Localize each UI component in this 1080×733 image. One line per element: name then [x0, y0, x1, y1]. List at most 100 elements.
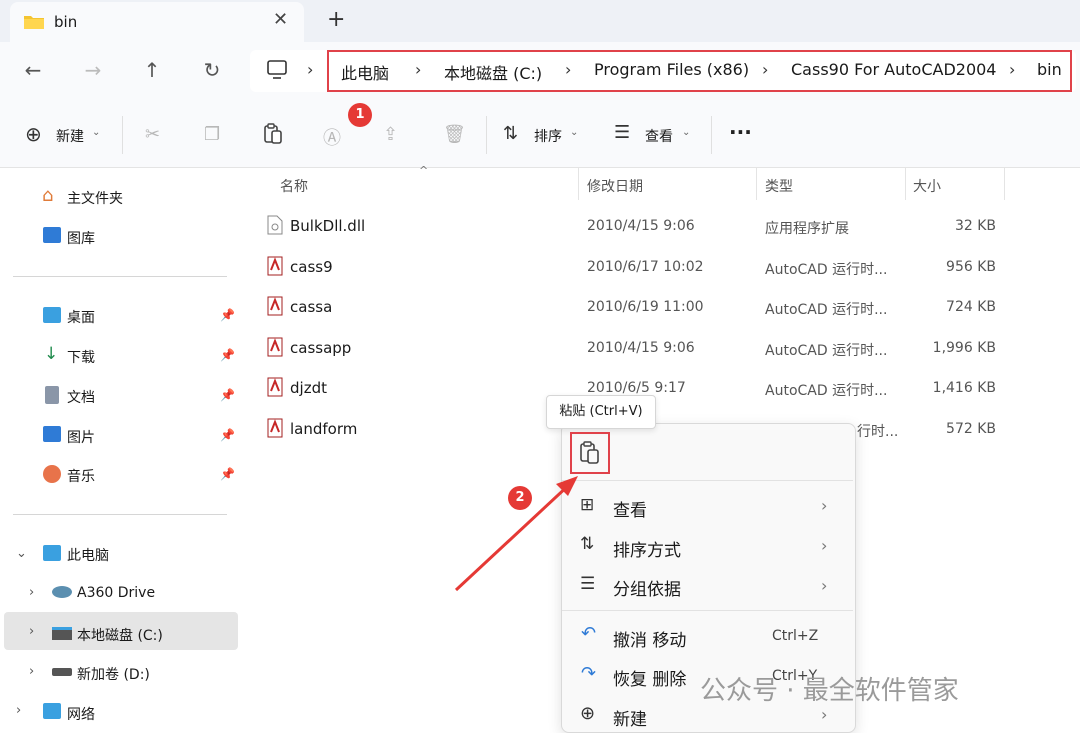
view-button[interactable]: 查看 [645, 126, 673, 146]
annotation-badge-2: 2 [508, 486, 532, 510]
file-name: BulkDll.dll [290, 217, 366, 235]
delete-icon[interactable]: 🗑 [443, 124, 466, 145]
sidebar-item-c-drive[interactable]: 本地磁盘 (C:) [77, 625, 163, 645]
chevron-right-icon[interactable]: › [29, 664, 34, 679]
column-divider[interactable] [905, 168, 906, 200]
menu-divider [562, 480, 853, 481]
table-row[interactable]: BulkDll.dll 2010/4/15 9:06 应用程序扩展 32 KB [248, 208, 1068, 244]
drive-icon [52, 627, 72, 640]
sidebar-item-gallery[interactable]: 图库 [67, 228, 95, 248]
column-header-name[interactable]: 名称 [280, 176, 308, 196]
menu-item-undo-shortcut: Ctrl+Z [772, 628, 819, 644]
rename-icon[interactable]: Ⓐ [323, 124, 341, 150]
file-size: 724 KB [946, 299, 996, 315]
sidebar-item-documents[interactable]: 文档 [67, 387, 95, 407]
table-row[interactable]: cassa 2010/6/19 11:00 AutoCAD 运行时... 724… [248, 289, 1068, 325]
new-button[interactable]: 新建 [56, 126, 84, 146]
close-icon[interactable]: ✕ [273, 9, 288, 30]
annotation-badge-1: 1 [348, 103, 372, 127]
column-divider[interactable] [756, 168, 757, 200]
copy-icon[interactable]: ❐ [204, 124, 220, 145]
pin-icon[interactable]: 📌 [220, 308, 235, 322]
file-date: 2010/4/15 9:06 [587, 218, 695, 234]
breadcrumb-c-drive[interactable]: 本地磁盘 (C:) [444, 60, 542, 84]
chevron-right-icon[interactable]: › [16, 703, 21, 718]
menu-item-sort[interactable] [562, 526, 853, 564]
drive-icon [52, 668, 72, 676]
file-size: 1,996 KB [932, 340, 996, 356]
tab-bin[interactable]: bin ✕ [10, 2, 304, 42]
column-header-date[interactable]: 修改日期 [587, 176, 643, 196]
autocad-file-icon [267, 377, 283, 397]
more-options-button[interactable]: ··· [729, 120, 752, 144]
breadcrumb-cass90[interactable]: Cass90 For AutoCAD2004 [791, 60, 996, 79]
menu-divider [562, 610, 853, 611]
breadcrumb-program-files[interactable]: Program Files (x86) [594, 60, 749, 79]
chevron-right-icon: › [821, 536, 828, 555]
chevron-right-icon: › [565, 60, 572, 79]
paste-icon[interactable] [263, 123, 283, 145]
sidebar-item-this-pc[interactable]: 此电脑 [67, 545, 109, 565]
plus-icon[interactable]: + [327, 7, 345, 32]
cloud-drive-icon [52, 586, 72, 598]
file-type: 行时... [857, 424, 899, 440]
redo-icon: ↷ [581, 663, 597, 684]
folder-icon [24, 16, 44, 29]
paste-tooltip: 粘贴 (Ctrl+V) [546, 395, 656, 429]
sort-icon[interactable]: ⇅ [503, 123, 518, 144]
chevron-right-icon: › [762, 60, 769, 79]
view-icon[interactable]: ☰ [614, 122, 630, 143]
sidebar-item-a360[interactable]: A360 Drive [77, 585, 155, 601]
refresh-icon[interactable]: ↻ [197, 58, 227, 82]
breadcrumb-bin[interactable]: bin [1037, 60, 1062, 79]
pin-icon[interactable]: 📌 [220, 467, 235, 481]
chevron-right-icon[interactable]: › [29, 624, 34, 639]
table-row[interactable]: cass9 2010/6/17 10:02 AutoCAD 运行时... 956… [248, 249, 1068, 285]
cut-icon[interactable]: ✂ [145, 124, 160, 145]
new-icon[interactable]: ⊕ [25, 122, 42, 146]
chevron-down-icon: ⌄ [682, 127, 691, 138]
gallery-icon [43, 227, 61, 243]
sidebar-item-home[interactable]: 主文件夹 [67, 188, 123, 208]
undo-icon: ↶ [581, 623, 597, 644]
menu-item-redo-label: 恢复 删除 [613, 670, 687, 690]
sidebar-item-pictures[interactable]: 图片 [67, 427, 95, 447]
breadcrumb-this-pc[interactable]: 此电脑 [341, 60, 389, 84]
sidebar-item-music[interactable]: 音乐 [67, 466, 95, 486]
back-arrow-icon[interactable]: ← [18, 58, 48, 82]
column-header-type[interactable]: 类型 [765, 176, 793, 196]
file-size: 956 KB [946, 259, 996, 275]
autocad-file-icon [267, 256, 283, 276]
file-type: AutoCAD 运行时... [765, 302, 888, 318]
desktop-icon [43, 307, 61, 323]
sidebar-item-downloads[interactable]: 下载 [67, 347, 95, 367]
up-arrow-icon[interactable]: ↑ [137, 58, 167, 82]
column-divider[interactable] [578, 168, 579, 200]
chevron-right-icon: › [821, 496, 828, 515]
file-name: djzdt [290, 379, 327, 397]
chevron-down-icon[interactable]: ⌄ [16, 546, 27, 561]
table-row[interactable]: cassapp 2010/4/15 9:06 AutoCAD 运行时... 1,… [248, 330, 1068, 366]
menu-item-group-label: 分组依据 [613, 580, 681, 600]
pin-icon[interactable]: 📌 [220, 428, 235, 442]
sidebar-item-desktop[interactable]: 桌面 [67, 307, 95, 327]
sort-caret-icon: ^ [419, 164, 429, 177]
column-header-size[interactable]: 大小 [913, 176, 941, 196]
menu-item-view[interactable] [562, 486, 853, 524]
forward-arrow-icon[interactable]: → [78, 58, 108, 82]
pin-icon[interactable]: 📌 [220, 348, 235, 362]
share-icon[interactable]: ⇪ [383, 124, 398, 145]
chevron-right-icon[interactable]: › [29, 585, 34, 600]
chevron-down-icon: ⌄ [570, 127, 579, 138]
column-divider[interactable] [1004, 168, 1005, 200]
table-row[interactable]: djzdt 2010/6/5 9:17 AutoCAD 运行时... 1,416… [248, 370, 1068, 406]
divider [13, 514, 227, 515]
menu-item-group[interactable] [562, 566, 853, 604]
sort-button[interactable]: 排序 [534, 126, 562, 146]
computer-icon[interactable] [266, 60, 288, 80]
pin-icon[interactable]: 📌 [220, 388, 235, 402]
file-name: cass9 [290, 258, 333, 276]
sidebar-item-network[interactable]: 网络 [67, 704, 95, 724]
sidebar-item-d-drive[interactable]: 新加卷 (D:) [77, 664, 150, 684]
file-name: landform [290, 420, 358, 438]
